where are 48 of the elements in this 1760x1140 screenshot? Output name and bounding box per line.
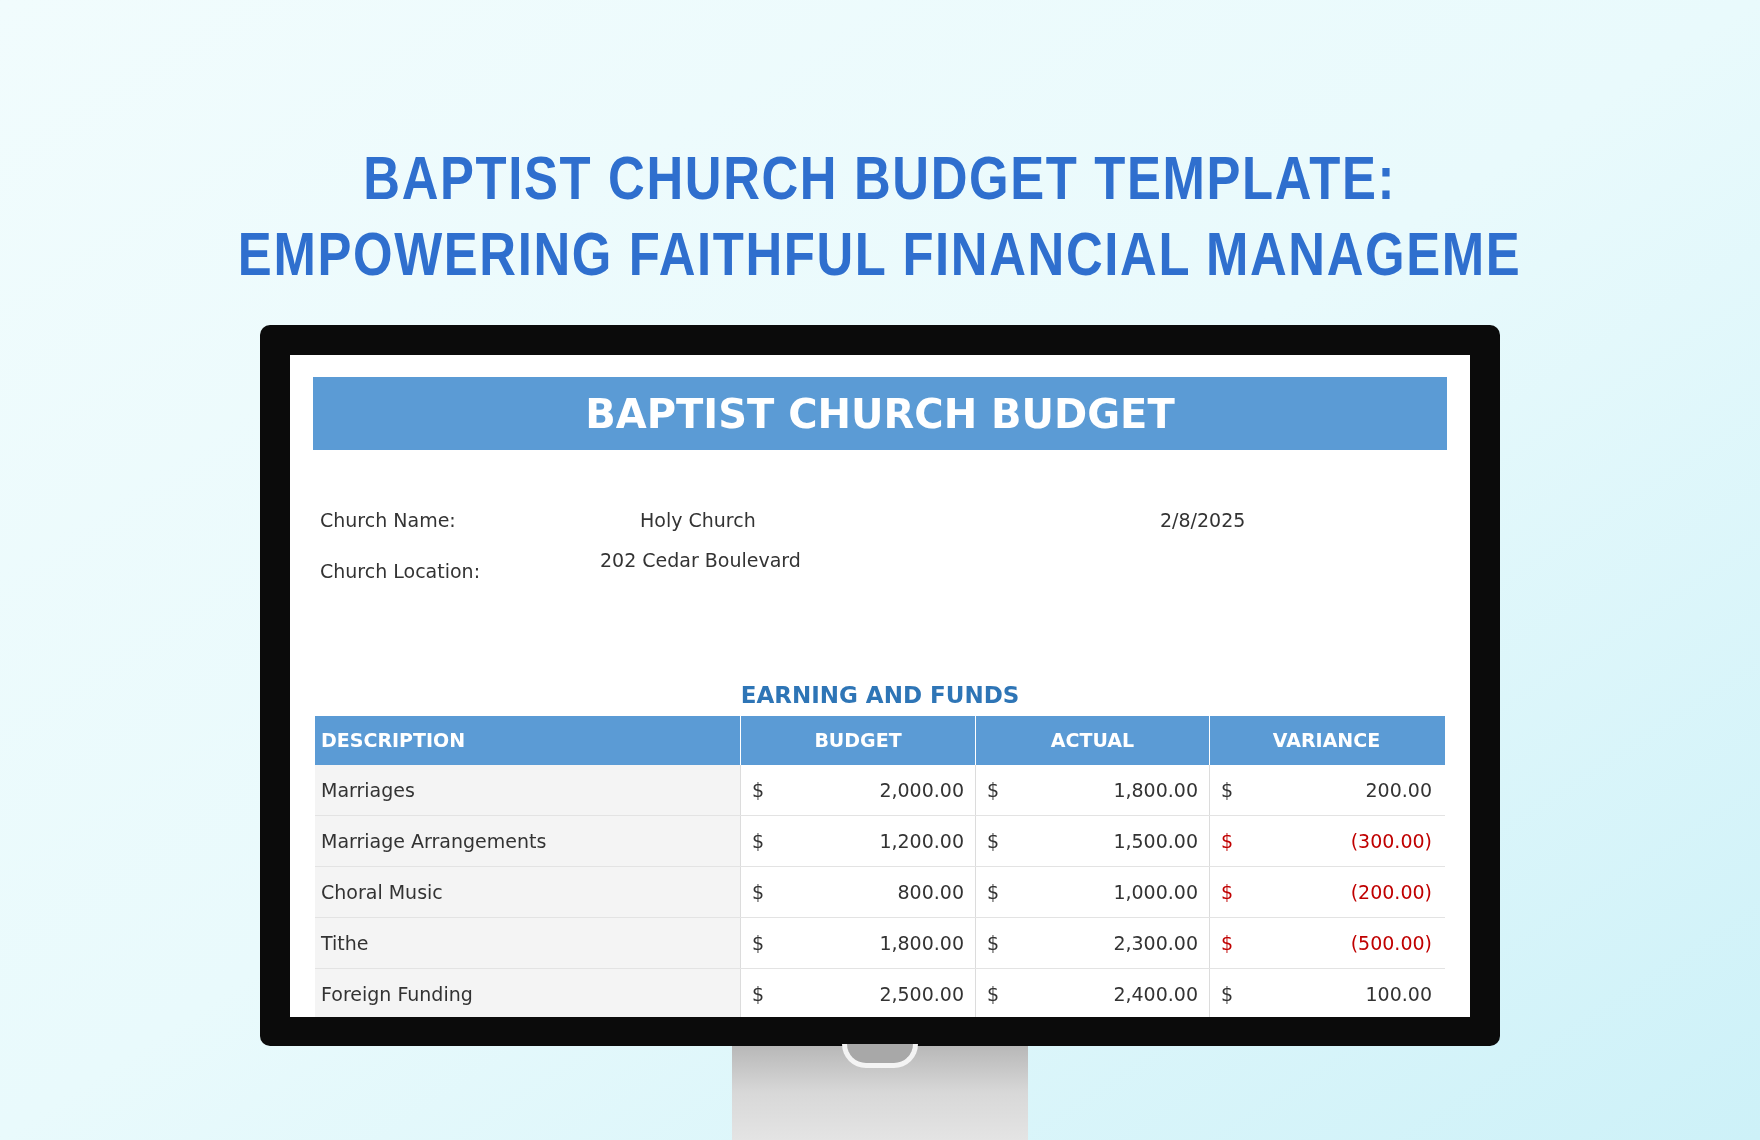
currency-symbol: $ bbox=[987, 777, 1000, 803]
currency-symbol: $ bbox=[1221, 930, 1234, 956]
amount-cell-text: 1,800.00 bbox=[879, 930, 964, 956]
amount-cell-text: 800.00 bbox=[897, 879, 964, 905]
amount-cell-text: 100.00 bbox=[1365, 981, 1432, 1007]
description-cell: Tithe bbox=[315, 918, 740, 968]
description-cell: Marriage Arrangements bbox=[315, 816, 740, 866]
amount-cell-text: (300.00) bbox=[1350, 828, 1432, 854]
amount-cell-text: 2,500.00 bbox=[879, 981, 964, 1007]
currency-symbol: $ bbox=[1221, 777, 1234, 803]
currency-symbol: $ bbox=[1221, 828, 1234, 854]
field-label: Church Name: bbox=[320, 508, 457, 533]
column-header: VARIANCE bbox=[1209, 716, 1443, 765]
sheet-title: BAPTIST CHURCH BUDGET bbox=[313, 377, 1447, 450]
section-heading: EARNING AND FUNDS bbox=[739, 680, 1021, 710]
amount-cell-text: (200.00) bbox=[1350, 879, 1432, 905]
field-value: Holy Church bbox=[639, 508, 757, 533]
amount-cell-text: 1,200.00 bbox=[879, 828, 964, 854]
amount-cell-text: 2,400.00 bbox=[1113, 981, 1198, 1007]
amount-cell-text: 1,800.00 bbox=[1113, 777, 1198, 803]
amount-cell-text: 200.00 bbox=[1365, 777, 1432, 803]
currency-symbol: $ bbox=[987, 930, 1000, 956]
headline: EMPOWERING FAITHFUL FINANCIAL MANAGEME bbox=[238, 218, 1522, 290]
description-cell: Marriages bbox=[315, 765, 740, 815]
currency-symbol: $ bbox=[752, 777, 765, 803]
currency-symbol: $ bbox=[987, 879, 1000, 905]
headline: BAPTIST CHURCH BUDGET TEMPLATE: bbox=[363, 142, 1397, 214]
column-header: ACTUAL bbox=[975, 716, 1209, 765]
amount-cell-text: 1,500.00 bbox=[1113, 828, 1198, 854]
date-value: 2/8/2025 bbox=[1160, 508, 1247, 533]
field-value: 202 Cedar Boulevard bbox=[600, 547, 802, 573]
currency-symbol: $ bbox=[752, 879, 765, 905]
amount-cell-text: 1,000.00 bbox=[1113, 879, 1198, 905]
currency-symbol: $ bbox=[1221, 981, 1234, 1007]
description-cell: Choral Music bbox=[315, 867, 740, 917]
currency-symbol: $ bbox=[752, 828, 765, 854]
amount-cell-text: 2,000.00 bbox=[879, 777, 964, 803]
description-cell: Foreign Funding bbox=[315, 969, 740, 1017]
currency-symbol: $ bbox=[752, 930, 765, 956]
currency-symbol: $ bbox=[987, 828, 1000, 854]
amount-cell-text: (500.00) bbox=[1350, 930, 1432, 956]
column-header: DESCRIPTION bbox=[320, 728, 467, 754]
field-label: Church Location: bbox=[320, 558, 482, 584]
column-header: BUDGET bbox=[740, 716, 975, 765]
currency-symbol: $ bbox=[1221, 879, 1234, 905]
amount-cell-text: 2,300.00 bbox=[1113, 930, 1198, 956]
currency-symbol: $ bbox=[752, 981, 765, 1007]
currency-symbol: $ bbox=[987, 981, 1000, 1007]
